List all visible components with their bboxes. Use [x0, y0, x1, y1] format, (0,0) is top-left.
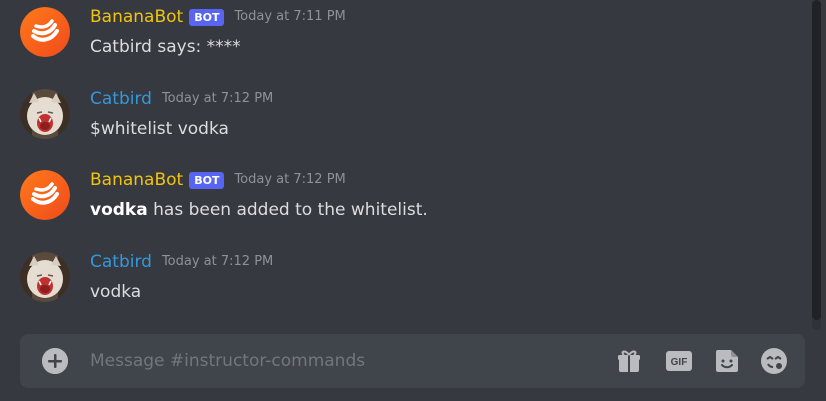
timestamp: Today at 7:12 PM [161, 254, 274, 269]
content-text: has been added to the whitelist. [147, 200, 428, 220]
sticker-icon[interactable] [712, 346, 742, 376]
message: BananaBot BOT Today at 7:11 PM Catbird s… [0, 0, 808, 57]
plus-circle-icon[interactable] [42, 348, 68, 374]
banana-icon [20, 7, 70, 57]
username[interactable]: Catbird [90, 87, 152, 111]
message: Catbird Today at 7:12 PM $whitelist vodk… [0, 67, 808, 139]
message-header: Catbird Today at 7:12 PM [90, 87, 273, 111]
timestamp: Today at 7:12 PM [161, 91, 274, 106]
catbird-avatar[interactable] [20, 89, 70, 139]
svg-text:GIF: GIF [671, 357, 688, 368]
bot-tag: BOT [189, 8, 225, 26]
cat-photo-icon [20, 252, 70, 302]
cat-photo-icon [20, 89, 70, 139]
bananabot-avatar[interactable] [20, 170, 70, 220]
username[interactable]: Catbird [90, 250, 152, 274]
message: Catbird Today at 7:12 PM vodka [0, 230, 808, 302]
message-input[interactable]: Message #instructor-commands [90, 348, 365, 374]
message-header: Catbird Today at 7:12 PM [90, 250, 273, 274]
message: BananaBot BOT Today at 7:12 PM vodka has… [0, 148, 808, 220]
message-content: vodka [90, 282, 142, 302]
bot-tag: BOT [189, 171, 225, 189]
timestamp: Today at 7:12 PM [234, 172, 346, 187]
username[interactable]: BananaBot [90, 168, 183, 192]
message-content: vodka has been added to the whitelist. [90, 198, 428, 222]
message-content: Catbird says: **** [90, 37, 241, 57]
username[interactable]: BananaBot [90, 5, 183, 29]
message-header: BananaBot BOT Today at 7:11 PM [90, 5, 346, 29]
message-list: BananaBot BOT Today at 7:11 PM Catbird s… [0, 0, 808, 330]
message-content: $whitelist vodka [90, 119, 229, 139]
scrollbar-thumb[interactable] [812, 0, 821, 320]
timestamp: Today at 7:11 PM [234, 9, 346, 24]
emoji-icon[interactable] [759, 346, 789, 376]
message-header: BananaBot BOT Today at 7:12 PM [90, 168, 346, 192]
gift-icon[interactable] [614, 346, 644, 376]
bananabot-avatar[interactable] [20, 7, 70, 57]
catbird-avatar[interactable] [20, 252, 70, 302]
banana-icon [20, 170, 70, 220]
message-composer[interactable]: Message #instructor-commands GIF [20, 334, 805, 388]
gif-icon[interactable]: GIF [664, 346, 694, 376]
bold-text: vodka [90, 200, 148, 220]
